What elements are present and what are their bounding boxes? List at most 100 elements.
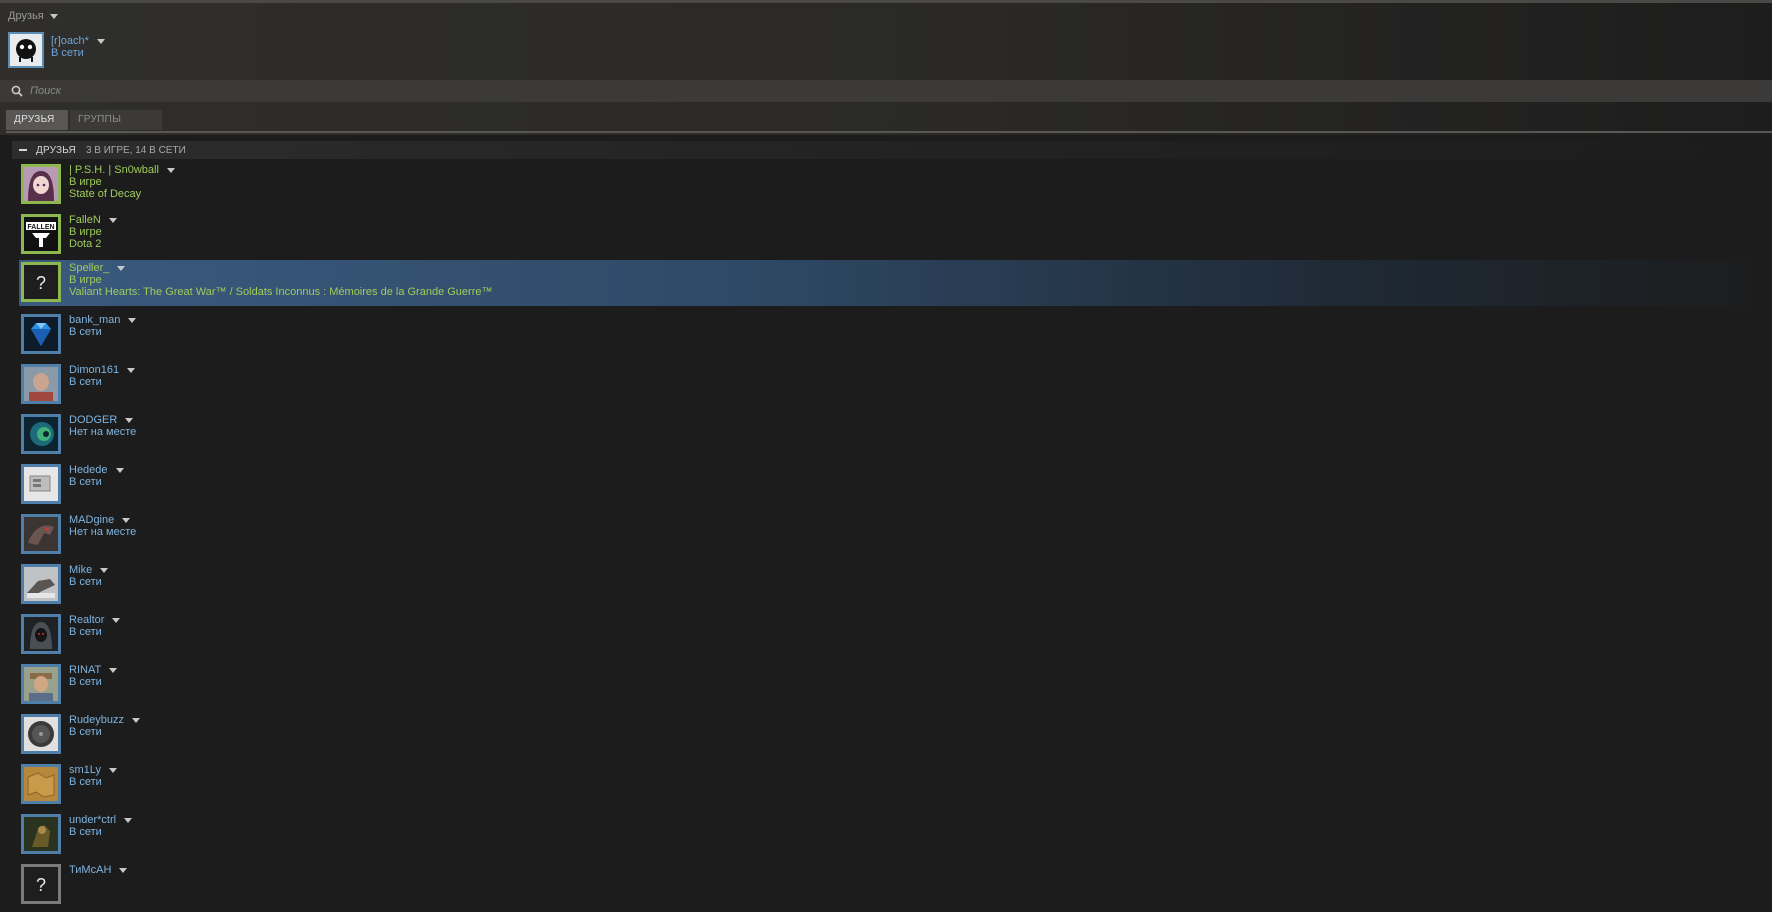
group-title: ДРУЗЬЯ (36, 144, 76, 156)
friend-avatar[interactable]: ? (21, 262, 61, 302)
friend-avatar[interactable] (21, 714, 61, 754)
current-user[interactable]: [r]oach* В сети (8, 32, 105, 68)
friend-status: В игре (69, 226, 102, 238)
chevron-down-icon[interactable] (108, 217, 117, 223)
friend-status: В сети (69, 676, 102, 688)
friend-name[interactable]: ТиМсАН (69, 864, 111, 876)
friend-avatar[interactable] (21, 464, 61, 504)
anime-avatar-icon (24, 167, 58, 201)
friend-row[interactable]: FALLEN FalleN В игре Dota 2 (21, 212, 1772, 262)
svg-text:?: ? (36, 273, 46, 293)
svg-text:?: ? (36, 875, 46, 895)
tab-friends[interactable]: ДРУЗЬЯ (6, 110, 68, 130)
friend-name[interactable]: Rudeybuzz (69, 714, 124, 726)
search-icon (11, 85, 23, 97)
friend-game: Valiant Hearts: The Great War™ / Soldats… (69, 286, 493, 298)
friend-avatar[interactable]: ? (21, 864, 61, 904)
friend-name[interactable]: Dimon161 (69, 364, 119, 376)
friend-name[interactable]: RINAT (69, 664, 101, 676)
chevron-down-icon[interactable] (96, 38, 105, 44)
friend-name[interactable]: MADgine (69, 514, 114, 526)
chevron-down-icon[interactable] (100, 567, 109, 573)
friend-row-selected[interactable]: ? Speller_ В игре Valiant Hearts: The Gr… (19, 260, 1772, 306)
friend-status: Нет на месте (69, 526, 137, 538)
friend-name[interactable]: | P.S.H. | Sn0wball (69, 164, 159, 176)
friend-row[interactable]: Realtor В сети (21, 612, 1772, 662)
chevron-down-icon[interactable] (127, 367, 136, 373)
friend-row[interactable]: under*ctrl В сети (21, 812, 1772, 862)
svg-text:FALLEN: FALLEN (27, 224, 54, 231)
friend-avatar[interactable] (21, 764, 61, 804)
friend-name[interactable]: Mike (69, 564, 92, 576)
question-mark-icon: ? (24, 265, 58, 299)
friend-row[interactable]: sm1Ly В сети (21, 762, 1772, 812)
chevron-down-icon[interactable] (122, 517, 131, 523)
fallen-logo-icon: FALLEN (24, 217, 58, 251)
chevron-down-icon[interactable] (124, 817, 133, 823)
friend-row[interactable]: MADgine Нет на месте (21, 512, 1772, 562)
friends-group-header[interactable]: ДРУЗЬЯ 3 В ИГРЕ, 14 В СЕТИ (12, 141, 1772, 159)
friend-avatar[interactable] (21, 414, 61, 454)
collapse-icon[interactable] (18, 145, 28, 155)
friend-status: В игре (69, 176, 102, 188)
friend-avatar[interactable] (21, 514, 61, 554)
user-name[interactable]: [r]oach* (51, 35, 89, 47)
friend-name[interactable]: bank_man (69, 314, 120, 326)
friend-row[interactable]: DODGER Нет на месте (21, 412, 1772, 462)
search-bar[interactable] (0, 80, 1772, 102)
friend-avatar[interactable] (21, 364, 61, 404)
friend-name[interactable]: under*ctrl (69, 814, 116, 826)
chevron-down-icon[interactable] (166, 167, 175, 173)
friend-row[interactable]: Hedede В сети (21, 462, 1772, 512)
friend-avatar[interactable] (21, 614, 61, 654)
console-icon (24, 467, 58, 501)
friend-row[interactable]: Dimon161 В сети (21, 362, 1772, 412)
chevron-down-icon[interactable] (109, 767, 117, 773)
friend-name[interactable]: DODGER (69, 414, 117, 426)
user-avatar[interactable] (8, 32, 44, 68)
friend-name[interactable]: sm1Ly (69, 764, 101, 776)
creature-icon (24, 517, 58, 551)
friend-name[interactable]: FalleN (69, 214, 101, 226)
tab-divider (6, 131, 1772, 133)
group-counts: 3 В ИГРЕ, 14 В СЕТИ (85, 144, 186, 156)
warrior-icon (24, 817, 58, 851)
chevron-down-icon[interactable] (115, 467, 124, 473)
header-background (0, 0, 1772, 135)
chevron-down-icon[interactable] (119, 867, 128, 873)
blob-creature-icon (10, 34, 42, 66)
friend-avatar[interactable]: FALLEN (21, 214, 61, 254)
friend-avatar[interactable] (21, 164, 61, 204)
friend-game: State of Decay (69, 188, 142, 200)
friend-row[interactable]: Mike В сети (21, 562, 1772, 612)
tab-groups[interactable]: ГРУППЫ (70, 110, 162, 130)
chevron-down-icon[interactable] (125, 417, 134, 423)
chevron-down-icon[interactable] (132, 717, 141, 723)
friend-game: Dota 2 (69, 238, 102, 250)
friend-avatar[interactable] (21, 314, 61, 354)
disc-icon (24, 717, 58, 751)
friend-name[interactable]: Hedede (69, 464, 108, 476)
chevron-down-icon[interactable] (128, 317, 137, 323)
friend-status: В сети (69, 376, 102, 388)
friend-status: В сети (69, 626, 102, 638)
chevron-down-icon[interactable] (117, 265, 126, 271)
friend-name[interactable]: Realtor (69, 614, 104, 626)
friends-menu[interactable]: Друзья (8, 10, 58, 22)
chevron-down-icon[interactable] (109, 667, 118, 673)
friend-name[interactable]: Speller_ (69, 262, 109, 274)
friend-avatar[interactable] (21, 814, 61, 854)
user-status: В сети (51, 47, 84, 59)
friend-avatar[interactable] (21, 664, 61, 704)
friend-row[interactable]: | P.S.H. | Sn0wball В игре State of Deca… (21, 162, 1772, 212)
friend-row[interactable]: RINAT В сети (21, 662, 1772, 712)
friend-list: | P.S.H. | Sn0wball В игре State of Deca… (19, 162, 1772, 912)
search-input[interactable] (28, 84, 432, 98)
friend-avatar[interactable] (21, 564, 61, 604)
friend-status: В сети (69, 826, 102, 838)
chevron-down-icon[interactable] (112, 617, 121, 623)
friend-status: В сети (69, 776, 102, 788)
friend-row[interactable]: ? ТиМсАН (21, 862, 1772, 912)
friend-row[interactable]: bank_man В сети (21, 312, 1772, 362)
friend-row[interactable]: Rudeybuzz В сети (21, 712, 1772, 762)
